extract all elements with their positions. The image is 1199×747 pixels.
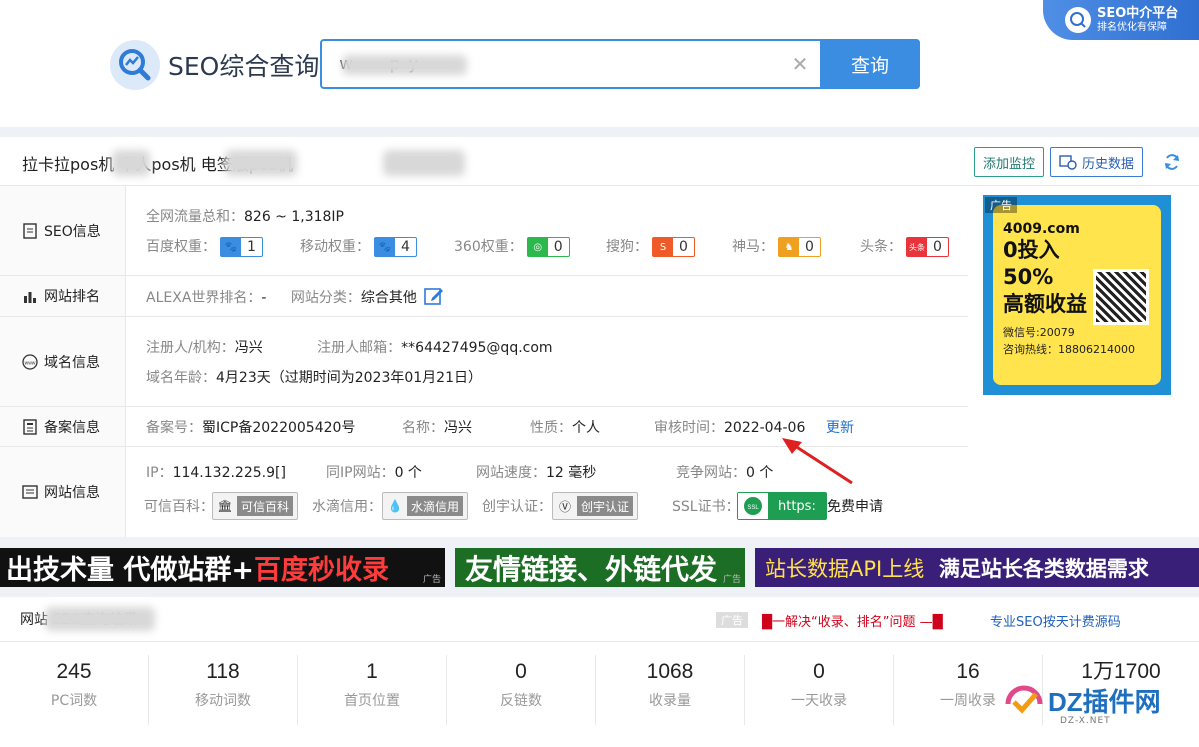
360-icon: ◎ [527, 238, 548, 256]
banner-link-api[interactable]: 站长数据API上线 满足站长各类数据需求 [755, 548, 1199, 587]
traffic-line: 全网流量总和：826 ~ 1,318IP [146, 209, 345, 225]
record-icon [22, 418, 38, 435]
baidu-weight[interactable]: 百度权重： 🐾 1 [146, 236, 263, 257]
chart-search-icon [1065, 7, 1091, 33]
icp-number: 蜀ICP备2022005420号 [202, 420, 356, 436]
clear-icon[interactable]: ✕ [780, 41, 820, 87]
360-weight[interactable]: 360权重： ◎ 0 [454, 236, 570, 257]
edit-icon[interactable] [424, 286, 444, 310]
chuangyu-badge[interactable]: Ⓥ 创宇认证 [552, 492, 639, 520]
seo-results-panel: 网站 SEO查询结果 广告 █一解决“收录、排名”问题 —█ 专业SEO按天计费… [0, 597, 1199, 747]
results-header: 网站 SEO查询结果 广告 █一解决“收录、排名”问题 —█ 专业SEO按天计费… [0, 597, 1199, 642]
document-icon [22, 222, 38, 239]
banner-link-friends[interactable]: 友情链接、外链代发 广告 [455, 548, 745, 587]
alexa-line: ALEXA世界排名：- 网站分类：综合其他 [146, 286, 444, 310]
history-icon [1059, 155, 1077, 170]
paw-icon: 🐾 [375, 238, 395, 256]
svg-text:www: www [25, 360, 36, 366]
red-arrow-icon [782, 438, 853, 485]
baike-badge[interactable]: 🏛 可信百科 [212, 492, 299, 520]
promo-link-source[interactable]: 专业SEO按天计费源码 [990, 611, 1121, 630]
seo-logo-icon [110, 40, 160, 90]
sogou-icon: S [653, 238, 673, 256]
seo-agency-badge[interactable]: SEO中介平台 排名优化有保障 [1043, 0, 1199, 40]
rank-label: 网站排名 [0, 276, 126, 316]
blurred-region [383, 150, 465, 176]
site-info-label: 网站信息 [0, 447, 126, 537]
history-data-button[interactable]: 历史数据 [1050, 147, 1144, 177]
search-button[interactable]: 查询 [820, 39, 920, 89]
email-value: **64427495@qq.com [401, 340, 553, 356]
water-drop-icon: 💧 [387, 499, 403, 513]
ad-tag: 广告 [716, 612, 748, 628]
seo-info-label: SEO信息 [0, 186, 126, 275]
domain-label: www 域名信息 [0, 317, 126, 406]
www-icon: www [22, 353, 38, 370]
ssl-badge[interactable]: SSL https: [737, 492, 827, 520]
toutiao-icon: 头条 [907, 238, 927, 256]
watermark: DZ插件网 DZ-X.NET [1000, 676, 1161, 726]
dz-logo-icon [1005, 685, 1043, 714]
site-title-bar: 拉卡拉pos机 个人pos机 电签版pos机 添加监控 历史数据 [0, 137, 1199, 186]
traffic-value: 826 ~ 1,318IP [244, 209, 345, 225]
stat-mobile-words[interactable]: 118 移动词数 [149, 655, 298, 725]
search-box: ✕ 查询 [320, 39, 920, 89]
side-ad[interactable]: 广告 4009.com 0投入 50% 高额收益 微信号:20079 咨询热线：… [983, 195, 1171, 395]
trust-line: 可信百科： 🏛 可信百科 水滴信用： 💧 水滴信用 创宇认证： Ⓥ 创宇认证 SSL证… [144, 492, 946, 522]
shuidi-badge[interactable]: 💧 水滴信用 [382, 492, 469, 520]
blurred-region [112, 150, 150, 176]
shenma-weight[interactable]: 神马： ♞ 0 [732, 236, 821, 257]
blurred-region [45, 607, 155, 631]
rank-row: 网站排名 ALEXA世界排名：- 网站分类：综合其他 [0, 276, 968, 317]
seo-info-row: SEO信息 全网流量总和：826 ~ 1,318IP 百度权重： 🐾 1 移动权重：… [0, 186, 968, 276]
ad-tag: 广告 [985, 197, 1017, 213]
history-label: 历史数据 [1082, 156, 1135, 172]
ip-value: 114.132.225.9[] [172, 465, 286, 481]
ssl-free-link[interactable]: 免费申请 [827, 496, 883, 516]
domain-age-line: 域名年龄：4月23天（过期时间为2023年01月21日） [146, 370, 482, 386]
bar-chart-icon [22, 288, 38, 304]
page-header: SEO综合查询 ✕ 查询 SEO中介平台 排名优化有保障 [0, 0, 1199, 127]
update-link[interactable]: 更新 [826, 417, 854, 437]
audit-date: 2022-04-06 [724, 420, 806, 436]
paw-icon: 🐾 [221, 238, 241, 256]
blurred-region [225, 150, 297, 176]
list-icon [22, 484, 38, 500]
stat-indexed[interactable]: 1068 收录量 [596, 655, 745, 725]
qr-code-icon [1093, 269, 1149, 325]
logo[interactable]: SEO综合查询 [110, 40, 319, 90]
promo-link-indexing[interactable]: █一解决“收录、排名”问题 —█ [762, 611, 943, 630]
seal-icon: 🏛 [217, 499, 233, 513]
banner-link-seo[interactable]: 出技术量 代做站群+ 百度秒收录 广告 [0, 548, 445, 587]
registrant-line: 注册人/机构：冯兴 注册人邮箱：**64427495@qq.com [146, 340, 553, 356]
refresh-icon[interactable] [1160, 150, 1184, 174]
icp-label: 备案信息 [0, 407, 126, 446]
badge-title: SEO中介平台 [1097, 6, 1179, 21]
svg-text:SSL: SSL [747, 505, 759, 511]
mobile-weight[interactable]: 移动权重： 🐾 4 [300, 236, 417, 257]
logo-text: SEO综合查询 [168, 52, 320, 81]
stat-homepage-position[interactable]: 1 首页位置 [298, 655, 447, 725]
sogou-weight[interactable]: 搜狗： S 0 [606, 236, 695, 257]
seo-info-card: 拉卡拉pos机 个人pos机 电签版pos机 添加监控 历史数据 SEO信息 全… [0, 137, 1199, 537]
toutiao-weight[interactable]: 头条： 头条 0 [860, 236, 949, 257]
domain-row: www 域名信息 注册人/机构：冯兴 注册人邮箱：**64427495@qq.c… [0, 317, 968, 407]
shield-v-icon: Ⓥ [558, 499, 571, 514]
ssl-lock-icon: SSL [738, 493, 768, 519]
stat-day-indexed[interactable]: 0 一天收录 [745, 655, 894, 725]
stat-pc-words[interactable]: 245 PC词数 [0, 655, 149, 725]
blurred-region [342, 55, 467, 75]
stat-backlinks[interactable]: 0 反链数 [447, 655, 596, 725]
category-value: 综合其他 [360, 290, 417, 306]
ad-site: 4009.com [1003, 221, 1080, 237]
badge-subtitle: 排名优化有保障 [1097, 22, 1167, 33]
add-monitor-button[interactable]: 添加监控 [974, 147, 1045, 177]
shenma-icon: ♞ [779, 238, 799, 256]
